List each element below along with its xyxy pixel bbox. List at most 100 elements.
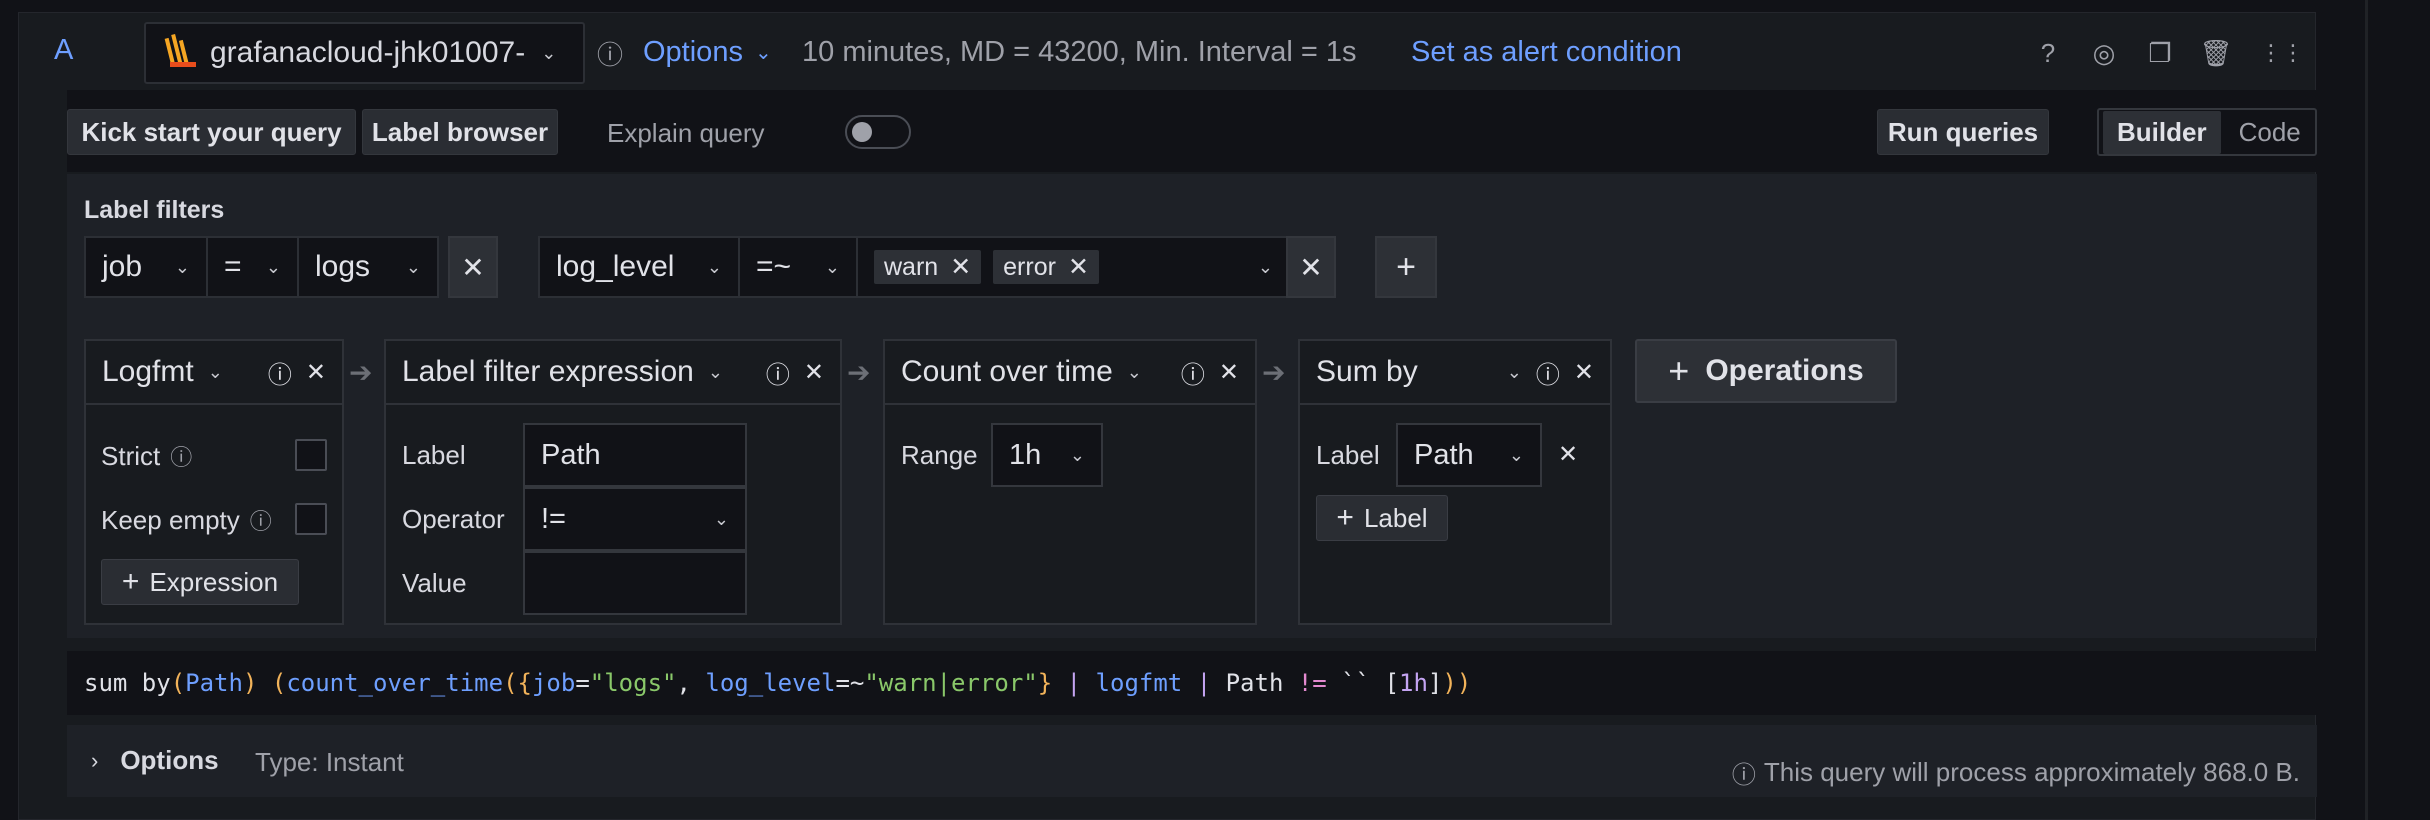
info-icon[interactable]: ⓘ <box>766 355 790 390</box>
estimate-text: This query will process approximately 86… <box>1763 757 2300 787</box>
scrollbar-track[interactable] <box>2365 0 2368 820</box>
add-label-text: Label <box>1363 502 1428 533</box>
chevron-right-icon: › <box>91 747 99 773</box>
query-token: sum by <box>84 669 171 697</box>
close-icon[interactable]: ✕ <box>1219 358 1239 387</box>
close-icon[interactable]: ✕ <box>306 358 326 387</box>
operation-name[interactable]: Label filter expression <box>402 355 694 389</box>
chevron-down-icon: ⌄ <box>706 256 722 277</box>
query-toolbar: Kick start your query Label browser Expl… <box>67 90 2317 172</box>
query-token: `` <box>1326 669 1385 697</box>
chevron-down-icon[interactable]: ⌄ <box>1507 362 1522 383</box>
eye-icon[interactable]: ◎ <box>2084 33 2124 73</box>
filter-label-select[interactable]: log_level ⌄ <box>538 236 740 298</box>
query-info-text: 10 minutes, MD = 43200, Min. Interval = … <box>802 36 1357 68</box>
add-filter-button[interactable]: + <box>1375 236 1437 298</box>
info-icon[interactable]: ⓘ <box>1536 355 1560 390</box>
range-param-label: Range <box>901 440 978 470</box>
operator-select[interactable]: != ⌄ <box>523 487 747 551</box>
chevron-down-icon[interactable]: ⌄ <box>1127 362 1142 383</box>
label-input[interactable]: Path <box>523 423 747 487</box>
value-input[interactable] <box>523 551 747 615</box>
remove-filter-button[interactable]: ✕ <box>1286 236 1336 298</box>
label-browser-button[interactable]: Label browser <box>362 109 558 155</box>
operation-name[interactable]: Logfmt <box>102 355 194 389</box>
options-collapse-toggle[interactable]: › Options <box>91 745 219 776</box>
close-icon[interactable]: ✕ <box>804 358 824 387</box>
value-chip: error ✕ <box>993 250 1099 284</box>
query-token: Path <box>1225 669 1298 697</box>
run-queries-button[interactable]: Run queries <box>1877 109 2049 155</box>
code-mode-tab[interactable]: Code <box>2225 111 2315 154</box>
operation-name[interactable]: Sum by <box>1316 355 1418 389</box>
query-token: ( <box>170 669 186 697</box>
query-preview: sum by(Path) (count_over_time({job = "logs… <box>67 651 2317 715</box>
query-token: ( <box>503 669 518 697</box>
strict-checkbox[interactable] <box>295 439 327 471</box>
filter-value-select[interactable]: logs ⌄ <box>297 236 439 298</box>
query-token: =~ <box>835 669 865 697</box>
chevron-down-icon[interactable]: ⌄ <box>708 362 723 383</box>
label-input-value: Path <box>541 438 601 471</box>
filter-operator-select[interactable]: =~ ⌄ <box>738 236 858 298</box>
chevron-down-icon[interactable]: ⌄ <box>208 362 223 383</box>
query-token: Path <box>185 669 243 697</box>
query-token: { <box>517 669 532 697</box>
operation-name[interactable]: Count over time <box>901 355 1113 389</box>
trash-icon[interactable]: 🗑 <box>2196 33 2236 73</box>
chevron-down-icon: ⌄ <box>754 42 772 64</box>
close-icon[interactable]: ✕ <box>1068 252 1089 282</box>
info-icon[interactable]: ⓘ <box>590 33 630 73</box>
plus-icon: + <box>1336 501 1354 534</box>
close-icon: ✕ <box>1299 251 1323 283</box>
datasource-picker[interactable]: grafanacloud-jhk01007- ⌄ <box>144 22 585 84</box>
operator-value: != <box>541 502 566 535</box>
query-token: 1h <box>1399 669 1428 697</box>
range-select[interactable]: 1h ⌄ <box>991 423 1103 487</box>
operation-header: Logfmt ⌄ ⓘ ✕ <box>86 341 342 405</box>
drag-handle-icon[interactable]: ⋮⋮ <box>2260 33 2304 73</box>
arrow-right-icon: ➔ <box>1262 357 1286 388</box>
value-param-label: Value <box>402 568 467 598</box>
filter-label-select[interactable]: job ⌄ <box>84 236 208 298</box>
chevron-down-icon: ⌄ <box>1508 444 1524 465</box>
query-letter[interactable]: A <box>54 34 73 67</box>
duplicate-icon[interactable]: ❐ <box>2140 33 2180 73</box>
options-label: Options <box>120 745 219 775</box>
query-options-toggle[interactable]: Options ⌄ <box>643 36 772 69</box>
plus-icon: + <box>1396 247 1416 286</box>
operation-header: Sum by ⌄ ⓘ ✕ <box>1300 341 1610 405</box>
add-expression-button[interactable]: + Expression <box>101 559 299 605</box>
explain-query-toggle[interactable] <box>845 115 911 149</box>
kick-start-button[interactable]: Kick start your query <box>67 109 356 155</box>
filter-operator-select[interactable]: = ⌄ <box>206 236 299 298</box>
label-param-label: Label <box>1316 440 1380 470</box>
arrow-right-icon: ➔ <box>847 357 871 388</box>
query-token: log_level <box>705 669 836 697</box>
help-icon[interactable]: ? <box>2028 33 2068 73</box>
query-token: [ <box>1384 669 1400 697</box>
filter-multivalue-select[interactable]: warn ✕ error ✕ ⌄ <box>856 236 1291 298</box>
chevron-down-icon: ⌄ <box>405 256 421 277</box>
operation-header: Count over time ⌄ ⓘ ✕ <box>885 341 1255 405</box>
query-token: "logs" <box>589 669 677 697</box>
set-alert-condition-link[interactable]: Set as alert condition <box>1411 36 1682 69</box>
sum-label-select[interactable]: Path ⌄ <box>1396 423 1542 487</box>
close-icon[interactable]: ✕ <box>1574 358 1594 387</box>
sum-label-value: Path <box>1414 438 1474 471</box>
remove-filter-button[interactable]: ✕ <box>448 236 498 298</box>
close-icon[interactable]: ✕ <box>1558 440 1578 469</box>
builder-mode-tab[interactable]: Builder <box>2103 110 2221 154</box>
query-token: } <box>1037 669 1053 697</box>
add-label-button[interactable]: + Label <box>1316 495 1448 541</box>
add-operation-button[interactable]: + Operations <box>1635 339 1897 403</box>
filter-operator-value: = <box>224 250 242 283</box>
plus-icon: + <box>121 565 140 598</box>
datasource-name: grafanacloud-jhk01007- <box>210 36 526 69</box>
info-icon[interactable]: ⓘ <box>1181 355 1205 390</box>
info-icon[interactable]: ⓘ <box>268 355 292 390</box>
keep-empty-checkbox[interactable] <box>295 503 327 535</box>
close-icon[interactable]: ✕ <box>950 252 971 282</box>
chevron-down-icon: ⌄ <box>713 508 729 529</box>
query-token: "warn|error" <box>864 669 1038 697</box>
